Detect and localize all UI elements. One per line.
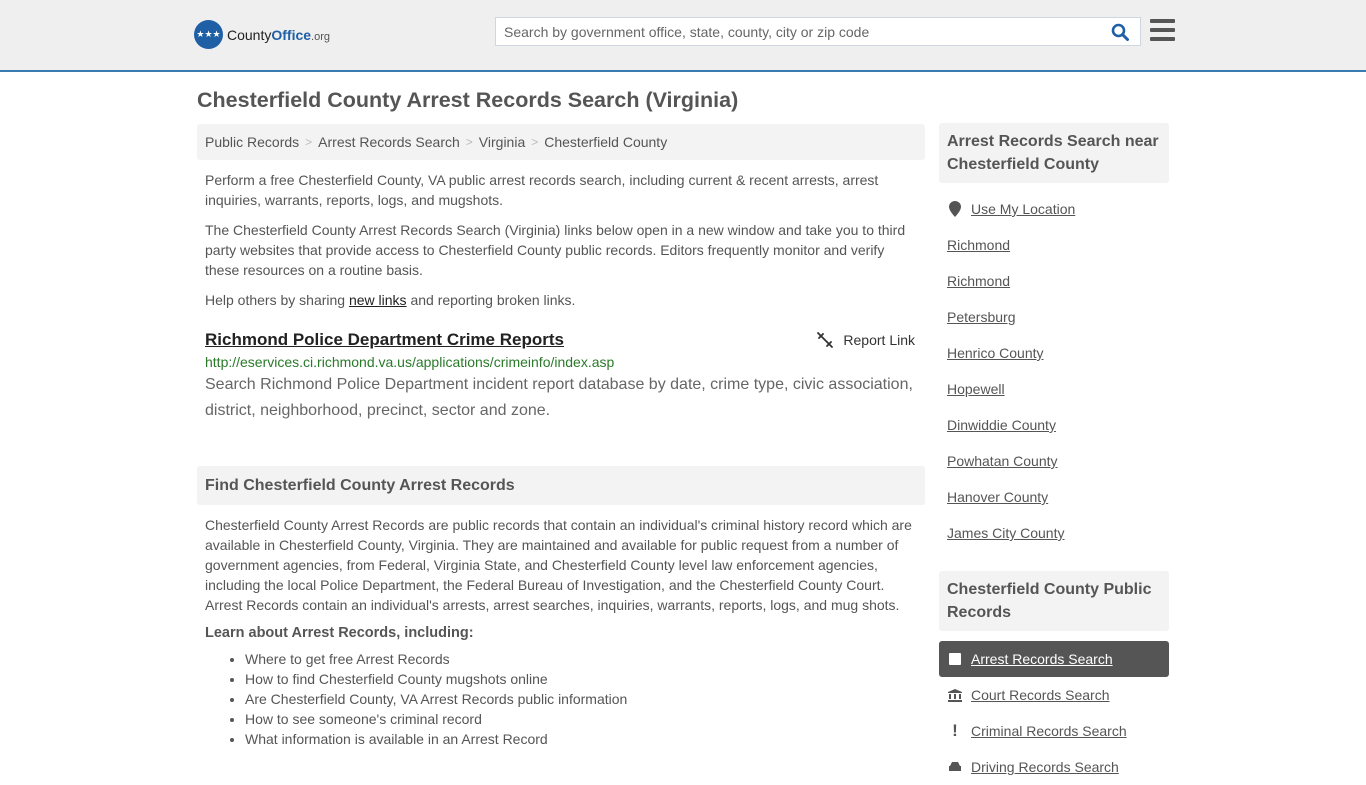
- site-header: ★★★ CountyOffice.org: [0, 0, 1366, 72]
- logo-text-main: County: [227, 26, 272, 43]
- hamburger-menu-icon[interactable]: [1150, 19, 1175, 41]
- nearby-link-powhatan-county[interactable]: Powhatan County: [947, 453, 1058, 469]
- nearby-item[interactable]: Hanover County: [939, 479, 1169, 515]
- learn-list: Where to get free Arrest Records How to …: [197, 649, 925, 749]
- learn-list-item: How to find Chesterfield County mugshots…: [245, 669, 925, 689]
- eagle-logo-icon: ★★★: [194, 20, 223, 49]
- sidebar-item-arrest-records[interactable]: Arrest Records Search: [939, 641, 1169, 677]
- report-link-label: Report Link: [843, 332, 915, 348]
- sidebar: Arrest Records Search near Chesterfield …: [939, 123, 1169, 785]
- disclaimer-paragraph: The Chesterfield County Arrest Records S…: [205, 222, 906, 278]
- resource-description: Search Richmond Police Department incide…: [205, 376, 913, 419]
- search-bar: [495, 17, 1141, 46]
- sidebar-item-court-records[interactable]: Court Records Search: [939, 677, 1169, 713]
- nearby-item[interactable]: Dinwiddie County: [939, 407, 1169, 443]
- search-input[interactable]: [496, 18, 1106, 45]
- nearby-heading: Arrest Records Search near Chesterfield …: [939, 123, 1169, 183]
- nearby-link-henrico-county[interactable]: Henrico County: [947, 345, 1044, 361]
- broken-link-icon: [817, 332, 834, 348]
- breadcrumb-separator: >: [305, 135, 313, 149]
- learn-title: Learn about Arrest Records, including:: [205, 625, 474, 641]
- nearby-link-petersburg[interactable]: Petersburg: [947, 309, 1015, 325]
- logo-text-tld: .org: [311, 30, 331, 43]
- use-location-item[interactable]: Use My Location: [939, 191, 1169, 227]
- arrest-records-link[interactable]: Arrest Records Search: [971, 651, 1113, 667]
- breadcrumb: Public Records > Arrest Records Search >…: [197, 124, 925, 160]
- resource-listing: Richmond Police Department Crime Reports…: [197, 330, 925, 424]
- public-records-heading: Chesterfield County Public Records: [939, 571, 1169, 631]
- logo-text-brand: Office: [271, 26, 312, 43]
- nearby-link-richmond[interactable]: Richmond: [947, 273, 1010, 289]
- breadcrumb-virginia[interactable]: Virginia: [479, 134, 525, 150]
- breadcrumb-separator: >: [531, 135, 539, 149]
- exclamation-icon: !: [952, 721, 958, 740]
- nearby-item[interactable]: Richmond: [939, 263, 1169, 299]
- share-text: Help others by sharing: [205, 292, 349, 308]
- resource-url: http://eservices.ci.richmond.va.us/appli…: [205, 354, 615, 370]
- nearby-link-hopewell[interactable]: Hopewell: [947, 381, 1005, 397]
- learn-list-item: What information is available in an Arre…: [245, 729, 925, 749]
- logo-text: CountyOffice.org: [227, 27, 330, 43]
- nearby-link-richmond[interactable]: Richmond: [947, 237, 1010, 253]
- sidebar-item-criminal-records[interactable]: ! Criminal Records Search: [939, 713, 1169, 749]
- learn-list-item: Are Chesterfield County, VA Arrest Recor…: [245, 689, 925, 709]
- public-records-list: Arrest Records Search Court Records Sear…: [939, 641, 1169, 785]
- report-link-button[interactable]: Report Link: [817, 332, 915, 348]
- breadcrumb-arrest-records-search[interactable]: Arrest Records Search: [318, 134, 460, 150]
- nearby-item[interactable]: James City County: [939, 515, 1169, 551]
- nearby-item[interactable]: Richmond: [939, 227, 1169, 263]
- share-text-end: and reporting broken links.: [406, 292, 576, 308]
- sidebar-item-driving-records[interactable]: Driving Records Search: [939, 749, 1169, 785]
- breadcrumb-public-records[interactable]: Public Records: [205, 134, 299, 150]
- nearby-item[interactable]: Henrico County: [939, 335, 1169, 371]
- use-my-location-link[interactable]: Use My Location: [971, 201, 1075, 217]
- find-records-heading: Find Chesterfield County Arrest Records: [197, 466, 925, 505]
- page-title: Chesterfield County Arrest Records Searc…: [197, 88, 739, 112]
- nearby-link-hanover-county[interactable]: Hanover County: [947, 489, 1048, 505]
- intro-paragraph: Perform a free Chesterfield County, VA p…: [205, 172, 879, 208]
- nearby-list: Use My Location Richmond Richmond Peters…: [939, 191, 1169, 551]
- driving-records-link[interactable]: Driving Records Search: [971, 759, 1119, 775]
- site-logo[interactable]: ★★★ CountyOffice.org: [194, 20, 330, 49]
- criminal-records-link[interactable]: Criminal Records Search: [971, 723, 1127, 739]
- resource-title-link[interactable]: Richmond Police Department Crime Reports: [205, 330, 564, 349]
- learn-list-item: Where to get free Arrest Records: [245, 649, 925, 669]
- nearby-link-dinwiddie-county[interactable]: Dinwiddie County: [947, 417, 1056, 433]
- share-paragraph: Help others by sharing new links and rep…: [197, 290, 925, 310]
- learn-list-item: How to see someone's criminal record: [245, 709, 925, 729]
- nearby-item[interactable]: Petersburg: [939, 299, 1169, 335]
- search-icon[interactable]: [1106, 18, 1134, 46]
- court-records-link[interactable]: Court Records Search: [971, 687, 1110, 703]
- find-records-paragraph: Chesterfield County Arrest Records are p…: [205, 517, 912, 613]
- courthouse-icon: [947, 688, 963, 702]
- map-marker-icon: [947, 201, 963, 217]
- square-icon: [947, 653, 963, 665]
- nearby-item[interactable]: Powhatan County: [939, 443, 1169, 479]
- main-content: Public Records > Arrest Records Search >…: [197, 124, 925, 749]
- new-links-link[interactable]: new links: [349, 292, 407, 308]
- breadcrumb-chesterfield-county[interactable]: Chesterfield County: [544, 134, 667, 150]
- car-icon: [947, 761, 963, 773]
- nearby-link-james-city-county[interactable]: James City County: [947, 525, 1064, 541]
- breadcrumb-separator: >: [465, 135, 473, 149]
- nearby-item[interactable]: Hopewell: [939, 371, 1169, 407]
